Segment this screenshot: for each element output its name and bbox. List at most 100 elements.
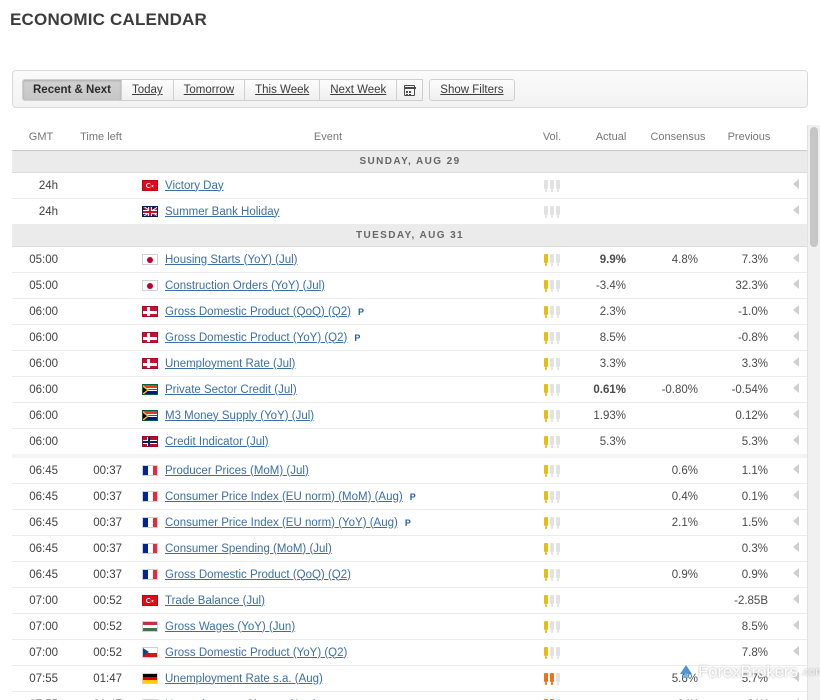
triangle-left-icon[interactable] xyxy=(793,568,799,578)
cell-expand[interactable] xyxy=(784,377,808,403)
event-link[interactable]: Consumer Spending (MoM) (Jul) xyxy=(165,543,332,555)
column-header-gmt[interactable]: GMT xyxy=(12,125,70,151)
cell-expand[interactable] xyxy=(784,640,808,666)
cell-expand[interactable] xyxy=(784,247,808,273)
triangle-left-icon[interactable] xyxy=(793,205,799,215)
column-header-time-left[interactable]: Time left xyxy=(70,125,132,151)
event-link[interactable]: Construction Orders (YoY) (Jul) xyxy=(165,280,325,292)
table-row[interactable]: 06:00Gross Domestic Product (QoQ) (Q2)P2… xyxy=(12,299,808,325)
column-header-event[interactable]: Event xyxy=(132,125,524,151)
event-link[interactable]: M3 Money Supply (YoY) (Jul) xyxy=(165,410,314,422)
vertical-scrollbar[interactable] xyxy=(807,125,820,700)
table-row[interactable]: 06:4500:37Consumer Price Index (EU norm)… xyxy=(12,510,808,536)
triangle-left-icon[interactable] xyxy=(793,331,799,341)
event-link[interactable]: Private Sector Credit (Jul) xyxy=(165,384,297,396)
column-header-actual[interactable]: Actual xyxy=(580,125,642,151)
cell-expand[interactable] xyxy=(784,199,808,225)
table-row[interactable]: 06:00Gross Domestic Product (YoY) (Q2)P8… xyxy=(12,325,808,351)
triangle-left-icon[interactable] xyxy=(793,542,799,552)
cell-expand[interactable] xyxy=(784,299,808,325)
cell-expand[interactable] xyxy=(784,403,808,429)
event-link[interactable]: Producer Prices (MoM) (Jul) xyxy=(165,465,309,477)
table-row[interactable]: 07:5501:47Unemployment Change (Aug)-34K-… xyxy=(12,692,808,700)
triangle-left-icon[interactable] xyxy=(793,620,799,630)
range-button-today[interactable]: Today xyxy=(122,79,174,101)
table-row[interactable]: 06:4500:37Consumer Price Index (EU norm)… xyxy=(12,484,808,510)
triangle-left-icon[interactable] xyxy=(793,357,799,367)
cell-expand[interactable] xyxy=(784,325,808,351)
column-header-consensus[interactable]: Consensus xyxy=(642,125,714,151)
event-link[interactable]: Consumer Price Index (EU norm) (YoY) (Au… xyxy=(165,517,398,529)
table-row[interactable]: 06:00Unemployment Rate (Jul)3.3%3.3% xyxy=(12,351,808,377)
table-row[interactable]: 06:4500:37Gross Domestic Product (QoQ) (… xyxy=(12,562,808,588)
table-row[interactable]: 05:00Construction Orders (YoY) (Jul)-3.4… xyxy=(12,273,808,299)
date-picker-button[interactable] xyxy=(397,79,423,101)
cell-event: Trade Balance (Jul) xyxy=(132,588,524,614)
event-link[interactable]: Summer Bank Holiday xyxy=(165,206,279,218)
scrollbar-thumb[interactable] xyxy=(810,127,818,247)
cell-expand[interactable] xyxy=(784,588,808,614)
triangle-left-icon[interactable] xyxy=(793,383,799,393)
cell-gmt: 06:45 xyxy=(12,562,70,588)
table-row[interactable]: 06:00Credit Indicator (Jul)5.3%5.3% xyxy=(12,429,808,457)
triangle-left-icon[interactable] xyxy=(793,435,799,445)
cell-expand[interactable] xyxy=(784,429,808,457)
triangle-left-icon[interactable] xyxy=(793,672,799,682)
triangle-left-icon[interactable] xyxy=(793,646,799,656)
triangle-left-icon[interactable] xyxy=(793,516,799,526)
event-link[interactable]: Gross Domestic Product (YoY) (Q2) xyxy=(165,647,347,659)
range-button-recent-next[interactable]: Recent & Next xyxy=(22,79,122,101)
cell-expand[interactable] xyxy=(784,666,808,692)
table-row[interactable]: 06:00Private Sector Credit (Jul)0.61%-0.… xyxy=(12,377,808,403)
event-link[interactable]: Housing Starts (YoY) (Jul) xyxy=(165,254,298,266)
event-link[interactable]: Gross Wages (YoY) (Jun) xyxy=(165,621,295,633)
table-row[interactable]: 07:5501:47Unemployment Rate s.a. (Aug)5.… xyxy=(12,666,808,692)
cell-expand[interactable] xyxy=(784,562,808,588)
event-link[interactable]: Victory Day xyxy=(165,180,224,192)
volatility-bar xyxy=(556,332,560,341)
flag-icon-jp xyxy=(142,254,158,265)
event-link[interactable]: Gross Domestic Product (QoQ) (Q2) xyxy=(165,569,351,581)
table-row[interactable]: 24hSummer Bank Holiday xyxy=(12,199,808,225)
cell-expand[interactable] xyxy=(784,614,808,640)
range-button-next-week[interactable]: Next Week xyxy=(320,79,397,101)
triangle-left-icon[interactable] xyxy=(793,179,799,189)
table-row[interactable]: 07:0000:52Gross Domestic Product (YoY) (… xyxy=(12,640,808,666)
column-header-vol[interactable]: Vol. xyxy=(524,125,580,151)
triangle-left-icon[interactable] xyxy=(793,464,799,474)
event-link[interactable]: Gross Domestic Product (QoQ) (Q2) xyxy=(165,306,351,318)
show-filters-button[interactable]: Show Filters xyxy=(429,79,514,101)
cell-expand[interactable] xyxy=(784,692,808,700)
flag-icon-dk xyxy=(142,358,158,369)
column-header-previous[interactable]: Previous xyxy=(714,125,784,151)
triangle-left-icon[interactable] xyxy=(793,279,799,289)
event-link[interactable]: Trade Balance (Jul) xyxy=(165,595,265,607)
triangle-left-icon[interactable] xyxy=(793,253,799,263)
cell-volatility xyxy=(524,510,580,536)
event-link[interactable]: Unemployment Rate (Jul) xyxy=(165,358,295,370)
event-link[interactable]: Unemployment Rate s.a. (Aug) xyxy=(165,673,323,685)
event-link[interactable]: Consumer Price Index (EU norm) (MoM) (Au… xyxy=(165,491,403,503)
triangle-left-icon[interactable] xyxy=(793,594,799,604)
triangle-left-icon[interactable] xyxy=(793,409,799,419)
table-row[interactable]: 06:00M3 Money Supply (YoY) (Jul)1.93%0.1… xyxy=(12,403,808,429)
table-row[interactable]: 05:00Housing Starts (YoY) (Jul)9.9%4.8%7… xyxy=(12,247,808,273)
range-button-this-week[interactable]: This Week xyxy=(245,79,320,101)
triangle-left-icon[interactable] xyxy=(793,305,799,315)
table-row[interactable]: 06:4500:37Consumer Spending (MoM) (Jul)0… xyxy=(12,536,808,562)
cell-expand[interactable] xyxy=(784,173,808,199)
cell-expand[interactable] xyxy=(784,273,808,299)
table-row[interactable]: 07:0000:52Gross Wages (YoY) (Jun)8.5% xyxy=(12,614,808,640)
table-row[interactable]: 07:0000:52Trade Balance (Jul)-2.85B xyxy=(12,588,808,614)
cell-expand[interactable] xyxy=(784,456,808,484)
triangle-left-icon[interactable] xyxy=(793,490,799,500)
cell-expand[interactable] xyxy=(784,536,808,562)
table-row[interactable]: 06:4500:37Producer Prices (MoM) (Jul)0.6… xyxy=(12,456,808,484)
cell-expand[interactable] xyxy=(784,351,808,377)
event-link[interactable]: Credit Indicator (Jul) xyxy=(165,436,269,448)
event-link[interactable]: Gross Domestic Product (YoY) (Q2) xyxy=(165,332,347,344)
range-button-tomorrow[interactable]: Tomorrow xyxy=(174,79,245,101)
cell-expand[interactable] xyxy=(784,484,808,510)
table-row[interactable]: 24hVictory Day xyxy=(12,173,808,199)
cell-expand[interactable] xyxy=(784,510,808,536)
